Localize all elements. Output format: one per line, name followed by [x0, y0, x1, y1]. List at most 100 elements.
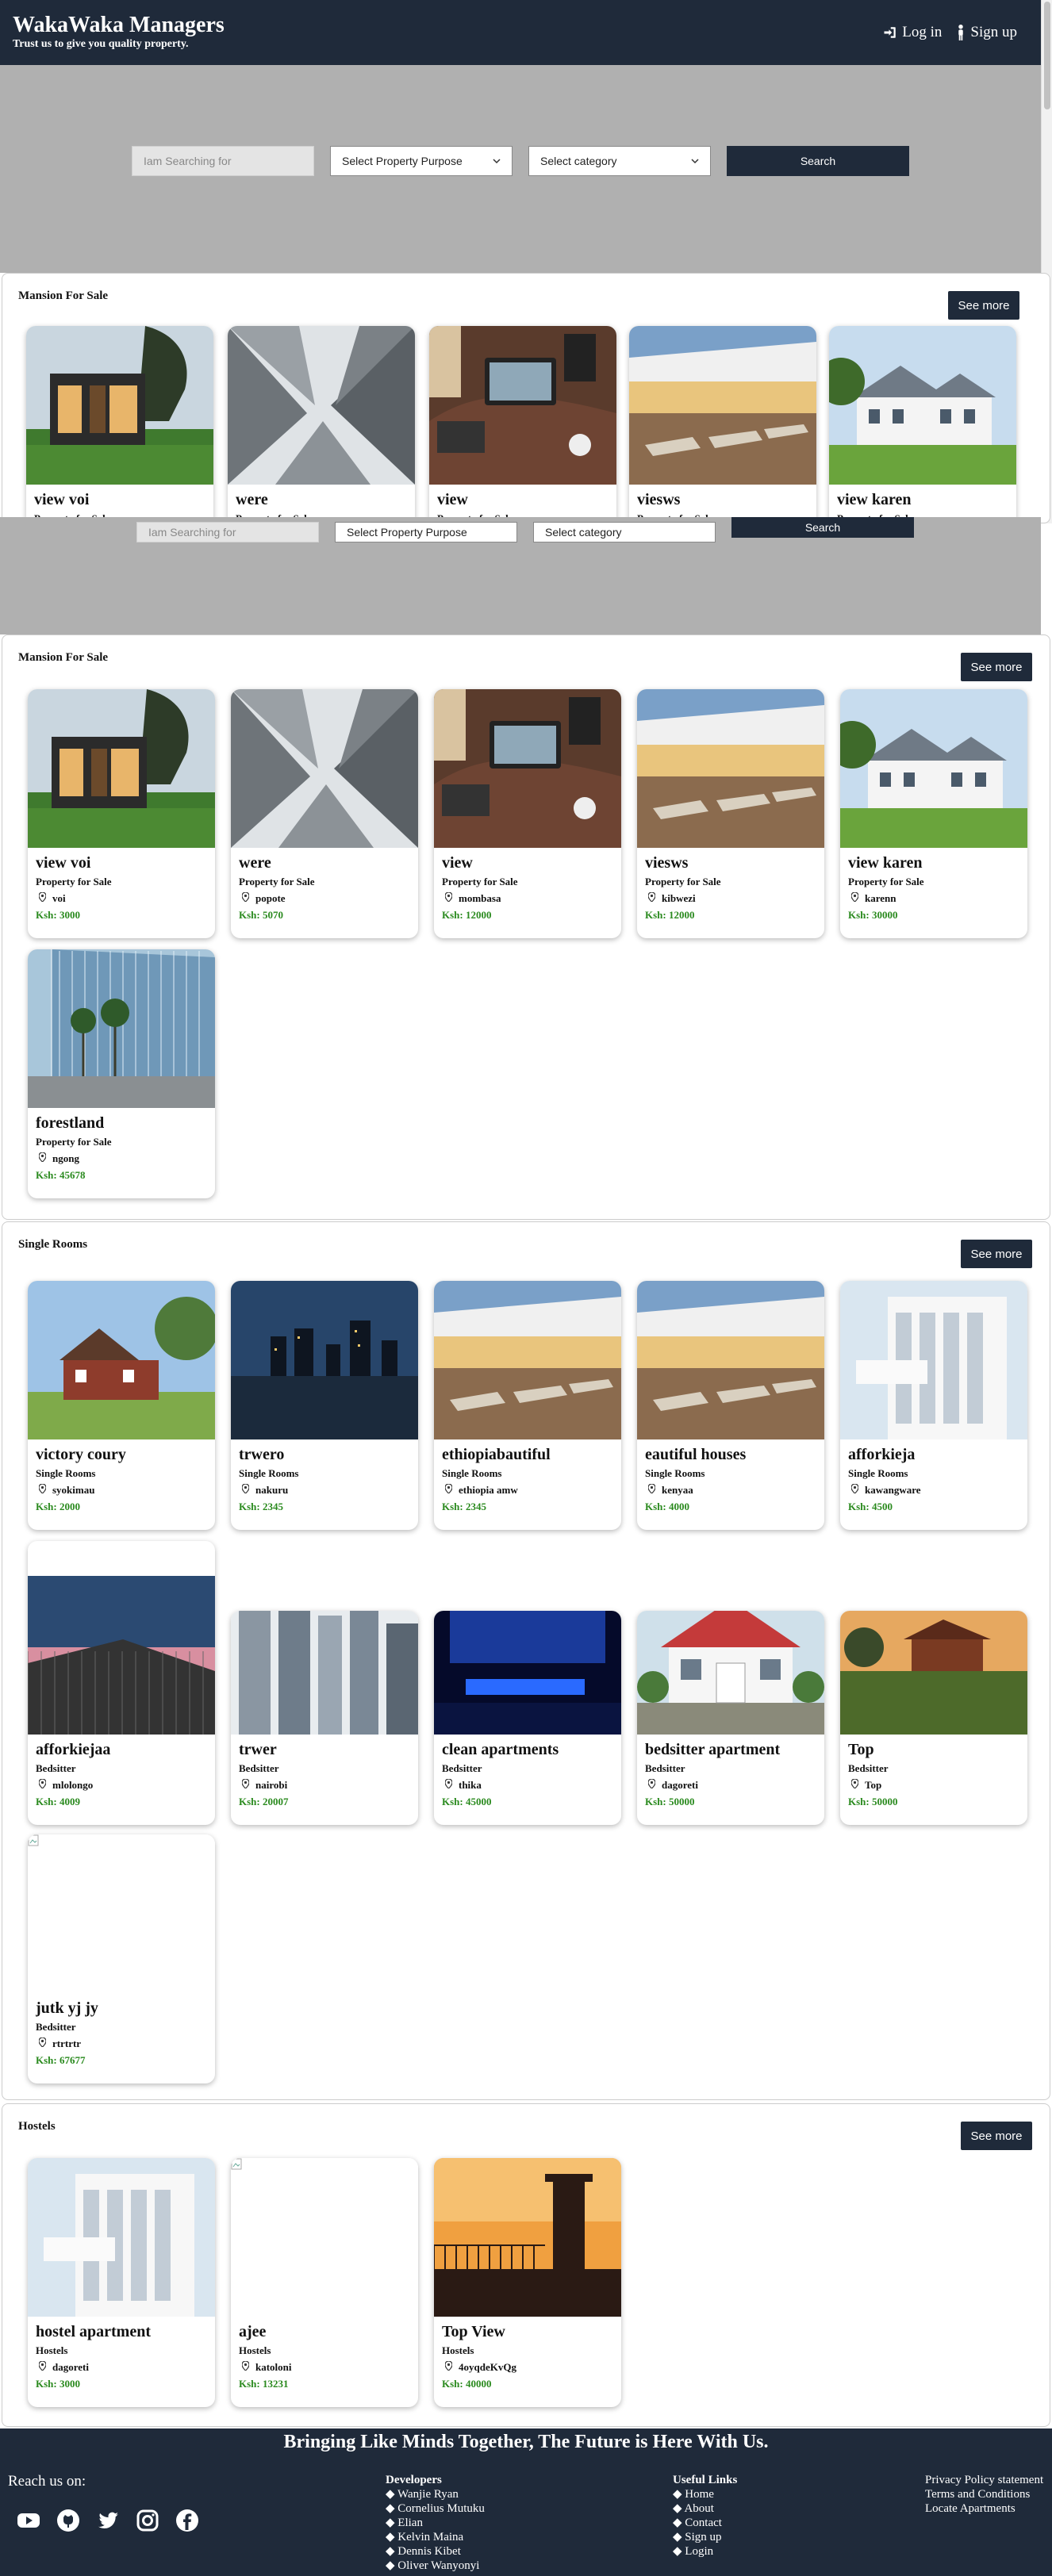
property-image[interactable]: [28, 1576, 215, 1735]
property-image[interactable]: [231, 1281, 418, 1439]
property-card[interactable]: view voiProperty for Sale: [26, 326, 213, 523]
property-title[interactable]: viesws: [637, 491, 808, 509]
property-title[interactable]: clean apartments: [442, 1741, 613, 1759]
property-image[interactable]: [228, 326, 415, 485]
footer-link[interactable]: ◆ Contact: [673, 2516, 737, 2530]
property-card[interactable]: clean apartments Bedsitter thika Ksh: 45000: [434, 1611, 621, 1825]
property-card[interactable]: trwero Single Rooms nakuru Ksh: 2345: [231, 1281, 418, 1530]
property-title[interactable]: afforkieja: [848, 1446, 1019, 1464]
brand-name[interactable]: WakaWaka Managers: [13, 13, 225, 38]
purpose-select[interactable]: Select Property Purpose: [330, 146, 513, 176]
property-title[interactable]: bedsitter apartment: [645, 1741, 816, 1759]
property-card[interactable]: Top View Hostels 4oyqdeKvQg Ksh: 40000: [434, 2158, 621, 2407]
property-image[interactable]: [28, 689, 215, 848]
developer-name[interactable]: ◆ Oliver Wanyonyi: [386, 2559, 485, 2573]
see-more-button[interactable]: See more: [961, 653, 1032, 681]
see-more-button[interactable]: See more: [948, 291, 1019, 320]
property-card[interactable]: eautiful houses Single Rooms kenyaa Ksh: 40…: [637, 1281, 824, 1530]
property-card[interactable]: ethiopiabautiful Single Rooms ethiopia amw…: [434, 1281, 621, 1530]
category-select[interactable]: Select category: [528, 146, 711, 176]
search-button[interactable]: Search: [731, 517, 914, 538]
property-card[interactable]: view karen Property for Sale karenn Ksh: 30…: [840, 689, 1027, 938]
property-title[interactable]: viesws: [645, 854, 816, 872]
property-image[interactable]: [434, 1611, 621, 1735]
property-image[interactable]: [28, 949, 215, 1108]
property-image[interactable]: [231, 1611, 418, 1735]
property-card[interactable]: forestland Property for Sale ngong Ksh: 456…: [28, 949, 215, 1198]
property-title[interactable]: jutk yj jy: [36, 1999, 207, 2018]
youtube-icon[interactable]: [16, 2508, 41, 2533]
property-image[interactable]: [434, 2158, 621, 2317]
search-input[interactable]: Iam Searching for: [132, 146, 314, 176]
property-image[interactable]: [829, 326, 1016, 485]
property-image[interactable]: [28, 2158, 215, 2317]
scrollbar-thumb[interactable]: [1044, 2, 1050, 109]
footer-link[interactable]: ◆ Login: [673, 2544, 737, 2559]
property-title[interactable]: ethiopiabautiful: [442, 1446, 613, 1464]
property-image[interactable]: [28, 1834, 215, 1993]
property-title[interactable]: were: [236, 491, 407, 509]
property-title[interactable]: victory coury: [36, 1446, 207, 1464]
search-button[interactable]: Search: [727, 146, 909, 176]
property-title[interactable]: were: [239, 854, 410, 872]
property-title[interactable]: ajee: [239, 2323, 410, 2341]
property-title[interactable]: trwero: [239, 1446, 410, 1464]
property-image[interactable]: [637, 1281, 824, 1439]
property-image[interactable]: [637, 1611, 824, 1735]
property-card[interactable]: afforkiejaa Bedsitter mlolongo Ksh: 4009: [28, 1541, 215, 1825]
property-title[interactable]: view voi: [36, 854, 207, 872]
property-card[interactable]: jutk yj jy Bedsitter rtrtrtr Ksh: 67677: [28, 1834, 215, 2083]
property-card[interactable]: were Property for Sale popote Ksh: 5070: [231, 689, 418, 938]
property-title[interactable]: view karen: [837, 491, 1008, 509]
property-title[interactable]: view: [442, 854, 613, 872]
developer-name[interactable]: ◆ Wanjie Ryan: [386, 2487, 485, 2501]
search-input[interactable]: Iam Searching for: [136, 522, 319, 542]
property-card[interactable]: hostel apartment Hostels dagoreti Ksh: 3000: [28, 2158, 215, 2407]
property-title[interactable]: view voi: [34, 491, 205, 509]
property-title[interactable]: Top View: [442, 2323, 613, 2341]
policy-link[interactable]: Terms and Conditions: [925, 2487, 1043, 2501]
property-card[interactable]: victory coury Single Rooms syokimau Ksh: 20…: [28, 1281, 215, 1530]
property-card[interactable]: vieswsProperty for Sale: [629, 326, 816, 523]
policy-link[interactable]: Locate Apartments: [925, 2501, 1043, 2516]
developer-name[interactable]: ◆ Cornelius Mutuku: [386, 2501, 485, 2516]
facebook-icon[interactable]: [175, 2508, 200, 2533]
property-card[interactable]: viesws Property for Sale kibwezi Ksh: 12000: [637, 689, 824, 938]
property-card[interactable]: Top Bedsitter Top Ksh: 50000: [840, 1611, 1027, 1825]
footer-link[interactable]: ◆ About: [673, 2501, 737, 2516]
property-card[interactable]: afforkieja Single Rooms kawangware Ksh: 450…: [840, 1281, 1027, 1530]
property-card[interactable]: viewProperty for Sale: [429, 326, 616, 523]
property-image[interactable]: [231, 2158, 418, 2317]
footer-link[interactable]: ◆ Home: [673, 2487, 737, 2501]
property-image[interactable]: [231, 689, 418, 848]
property-image[interactable]: [629, 326, 816, 485]
property-title[interactable]: forestland: [36, 1114, 207, 1133]
twitter-icon[interactable]: [95, 2508, 121, 2533]
see-more-button[interactable]: See more: [961, 2122, 1032, 2150]
footer-link[interactable]: ◆ Sign up: [673, 2530, 737, 2544]
property-card[interactable]: bedsitter apartment Bedsitter dagoreti Ksh:…: [637, 1611, 824, 1825]
property-card[interactable]: view karenProperty for Sale: [829, 326, 1016, 523]
property-image[interactable]: [637, 689, 824, 848]
property-image[interactable]: [840, 1611, 1027, 1735]
property-title[interactable]: view: [437, 491, 609, 509]
property-card[interactable]: view voi Property for Sale voi Ksh: 3000: [28, 689, 215, 938]
developer-name[interactable]: ◆ Kelvin Maina: [386, 2530, 485, 2544]
property-title[interactable]: Top: [848, 1741, 1019, 1759]
see-more-button[interactable]: See more: [961, 1240, 1032, 1268]
property-card[interactable]: wereProperty for Sale: [228, 326, 415, 523]
property-title[interactable]: trwer: [239, 1741, 410, 1759]
login-link[interactable]: Log in: [883, 24, 942, 41]
developer-name[interactable]: ◆ Elian: [386, 2516, 485, 2530]
property-card[interactable]: trwer Bedsitter nairobi Ksh: 20007: [231, 1611, 418, 1825]
property-image[interactable]: [429, 326, 616, 485]
property-image[interactable]: [434, 1281, 621, 1439]
property-card[interactable]: ajee Hostels katoloni Ksh: 13231: [231, 2158, 418, 2407]
instagram-icon[interactable]: [135, 2508, 160, 2533]
property-image[interactable]: [434, 689, 621, 848]
github-icon[interactable]: [56, 2508, 81, 2533]
developer-name[interactable]: ◆ Dennis Kibet: [386, 2544, 485, 2559]
property-image[interactable]: [840, 1281, 1027, 1439]
property-card[interactable]: view Property for Sale mombasa Ksh: 12000: [434, 689, 621, 938]
property-title[interactable]: eautiful houses: [645, 1446, 816, 1464]
